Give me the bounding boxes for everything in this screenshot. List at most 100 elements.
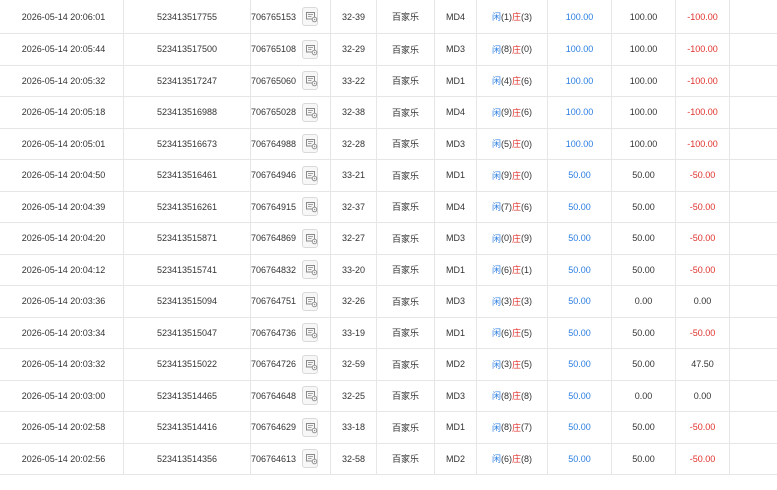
player-score: (6)	[501, 327, 512, 338]
valid-bet-amount: 0.00	[634, 296, 653, 307]
valid-bet-amount: 50.00	[632, 264, 655, 275]
bet-time: 2026-05-14 20:03:32	[21, 359, 106, 370]
replay-icon[interactable]	[302, 323, 318, 343]
bet-amount-cell: 50.00	[548, 191, 612, 222]
round-number-cell: 706765028	[251, 97, 331, 128]
game-result-cell: 闲 (8) 庄 (0)	[477, 34, 548, 65]
player-score: (0)	[501, 233, 512, 244]
replay-icon[interactable]	[302, 228, 318, 248]
shoe-number-cell: 32-39	[331, 0, 377, 33]
player-score: (5)	[501, 138, 512, 149]
game-type: 百家乐	[391, 233, 419, 244]
table-name-cell: MD4	[435, 191, 477, 222]
banker-label: 庄	[512, 422, 522, 433]
bet-amount-cell: 50.00	[548, 380, 612, 411]
trailing-cell	[730, 66, 777, 97]
bet-time: 2026-05-14 20:04:39	[21, 201, 106, 212]
table-name: MD3	[445, 233, 465, 244]
win-loss-amount: 0.00	[693, 390, 712, 401]
order-number-cell: 523413516461	[124, 160, 251, 191]
replay-icon[interactable]	[302, 417, 318, 437]
player-score: (3)	[501, 359, 512, 370]
game-result-cell: 闲 (9) 庄 (6)	[477, 97, 548, 128]
order-number: 523413514465	[156, 390, 218, 401]
banker-label: 庄	[512, 328, 522, 339]
order-number-cell: 523413517500	[124, 34, 251, 65]
replay-icon[interactable]	[302, 39, 318, 59]
valid-bet-cell: 50.00	[612, 191, 676, 222]
replay-icon[interactable]	[302, 386, 318, 406]
round-number: 706764736	[251, 327, 297, 338]
valid-bet-cell: 50.00	[612, 443, 676, 474]
order-number-cell: 523413514416	[124, 412, 251, 443]
valid-bet-cell: 50.00	[612, 349, 676, 380]
shoe-number-cell: 33-18	[331, 412, 377, 443]
bet-amount-cell: 50.00	[548, 254, 612, 285]
banker-score: (3)	[521, 296, 533, 307]
order-number: 523413517247	[156, 75, 218, 86]
valid-bet-cell: 0.00	[612, 380, 676, 411]
valid-bet-amount: 100.00	[629, 11, 658, 22]
player-label: 闲	[491, 107, 501, 118]
bet-time-cell: 2026-05-14 20:02:56	[0, 443, 124, 474]
player-label: 闲	[491, 391, 501, 402]
table-row: 2026-05-14 20:02:58 523413514416 706764629…	[0, 412, 777, 444]
replay-icon[interactable]	[302, 354, 318, 374]
bet-time-cell: 2026-05-14 20:04:50	[0, 160, 124, 191]
win-loss-amount: -50.00	[689, 422, 716, 433]
bet-time-cell: 2026-05-14 20:03:32	[0, 349, 124, 380]
table-name-cell: MD3	[435, 34, 477, 65]
shoe-number: 32-28	[341, 138, 366, 149]
win-loss-cell: -50.00	[676, 443, 730, 474]
bet-time: 2026-05-14 20:04:20	[21, 233, 106, 244]
bet-time-cell: 2026-05-14 20:02:58	[0, 412, 124, 443]
replay-icon[interactable]	[302, 197, 318, 217]
order-number: 523413515094	[156, 296, 218, 307]
player-score: (7)	[501, 201, 512, 212]
shoe-number-cell: 32-58	[331, 443, 377, 474]
replay-icon[interactable]	[302, 291, 318, 311]
banker-label: 庄	[512, 454, 522, 465]
game-type: 百家乐	[391, 202, 419, 213]
replay-icon[interactable]	[302, 102, 318, 122]
table-name: MD1	[445, 422, 465, 433]
table-name: MD1	[445, 170, 465, 181]
player-label: 闲	[491, 202, 501, 213]
order-number-cell: 523413514465	[124, 380, 251, 411]
banker-score: (6)	[521, 75, 533, 86]
valid-bet-cell: 100.00	[612, 0, 676, 33]
replay-icon[interactable]	[302, 260, 318, 280]
game-type: 百家乐	[391, 170, 419, 181]
banker-score: (8)	[521, 390, 533, 401]
replay-icon[interactable]	[302, 134, 318, 154]
round-number-cell: 706764648	[251, 380, 331, 411]
order-number-cell: 523413517247	[124, 65, 251, 96]
game-type-cell: 百家乐	[377, 34, 435, 65]
bet-amount-cell: 50.00	[548, 412, 612, 443]
order-number-cell: 523413515022	[124, 349, 251, 380]
shoe-number-cell: 32-25	[331, 380, 377, 411]
player-label: 闲	[491, 328, 501, 339]
valid-bet-cell: 100.00	[612, 128, 676, 159]
bet-time-cell: 2026-05-14 20:04:39	[0, 191, 124, 222]
replay-icon[interactable]	[302, 165, 318, 185]
replay-icon[interactable]	[302, 71, 318, 91]
game-type-cell: 百家乐	[377, 97, 435, 128]
trailing-cell	[730, 381, 777, 412]
table-name-cell: MD1	[435, 65, 477, 96]
table-name-cell: MD2	[435, 443, 477, 474]
bet-time: 2026-05-14 20:06:01	[21, 11, 106, 22]
shoe-number: 32-59	[341, 359, 366, 370]
bet-amount-cell: 50.00	[548, 349, 612, 380]
win-loss-cell: -100.00	[676, 34, 730, 65]
replay-icon[interactable]	[302, 7, 318, 26]
bet-amount-cell: 50.00	[548, 160, 612, 191]
order-number-cell: 523413516988	[124, 97, 251, 128]
round-number-cell: 706764988	[251, 128, 331, 159]
replay-icon[interactable]	[302, 449, 318, 469]
bet-amount-cell: 50.00	[548, 223, 612, 254]
bet-amount: 50.00	[568, 390, 591, 401]
bet-amount: 50.00	[568, 359, 591, 370]
trailing-cell	[730, 286, 777, 317]
valid-bet-amount: 0.00	[634, 390, 653, 401]
